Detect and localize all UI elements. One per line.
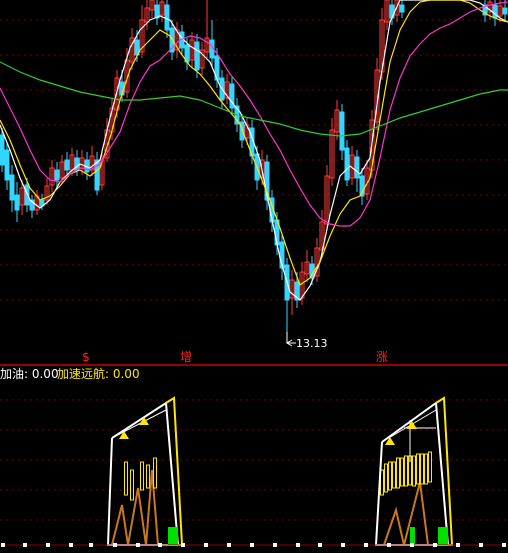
baseline-dot-21	[479, 543, 483, 547]
candle-body-68	[339, 111, 345, 151]
yellow-bar-3	[146, 464, 150, 489]
baseline-dot-11	[250, 543, 254, 547]
candle-body-11	[54, 169, 60, 181]
signal-marker-2: 涨	[376, 349, 388, 364]
baseline-dot-15	[341, 543, 345, 547]
orange-spike-1	[383, 481, 429, 546]
baseline-dot-7	[158, 543, 162, 547]
yellow-bar-16	[424, 453, 428, 485]
yellow-bar-15	[420, 453, 424, 485]
baseline-dot-12	[273, 543, 277, 547]
low-price-label: 13.13	[296, 337, 328, 350]
baseline-dot-22	[502, 543, 506, 547]
baseline-dot-20	[456, 543, 460, 547]
yellow-bar-14	[416, 453, 420, 485]
signal-triangle-1	[139, 417, 149, 425]
yellow-bar-1	[130, 469, 134, 501]
baseline-dot-1	[23, 543, 27, 547]
green-bar-0	[168, 527, 178, 545]
orange-spike-0	[111, 469, 159, 546]
baseline-dot-17	[387, 543, 391, 547]
candle-body-39	[194, 41, 200, 71]
baseline-dot-2	[46, 543, 50, 547]
indicator-legend-1: 加速远航: 0.00	[57, 366, 140, 381]
baseline-dot-16	[364, 543, 368, 547]
candle-body-80	[399, 4, 405, 13]
yellow-bar-7	[388, 461, 392, 491]
candle-body-83	[492, 4, 498, 19]
signal-marker-0: $	[82, 350, 90, 364]
baseline-dot-14	[318, 543, 322, 547]
signal-marker-1: 增	[180, 350, 192, 364]
baseline-dot-9	[204, 543, 208, 547]
baseline-dot-18	[410, 543, 414, 547]
yellow-bar-4	[153, 457, 157, 489]
ma-line-2	[0, 1, 508, 227]
baseline-dot-10	[227, 543, 231, 547]
candle-body-33	[164, 4, 170, 31]
green-bar-2	[438, 527, 448, 545]
candle-body-5	[24, 184, 30, 206]
candle-body-85	[502, 7, 508, 15]
baseline-dot-3	[69, 543, 73, 547]
candle-body-0	[0, 134, 5, 166]
chart-stage: 13.13 $ 增 涨加油: 0.00 加速远航: 0.00	[0, 0, 508, 553]
yellow-bar-11	[404, 455, 408, 487]
baseline-dot-13	[296, 543, 300, 547]
indicator-legend-0: 加油: 0.00	[0, 367, 59, 381]
baseline-dot-19	[433, 543, 437, 547]
yellow-bar-17	[428, 451, 432, 483]
baseline-dot-6	[136, 543, 140, 547]
yellow-bar-10	[400, 457, 404, 487]
candle-body-3	[14, 194, 20, 211]
candle-body-71	[354, 156, 360, 179]
candle-body-13	[64, 159, 70, 171]
yellow-bar-8	[392, 461, 396, 489]
baseline-dot-5	[113, 543, 117, 547]
yellow-bar-9	[396, 457, 400, 489]
baseline-dot-0	[1, 543, 5, 547]
signal-inner-line-0	[111, 409, 167, 439]
green-bar-1	[410, 527, 415, 545]
candle-body-1	[4, 149, 10, 181]
yellow-bar-6	[384, 463, 388, 493]
baseline-dot-4	[89, 543, 93, 547]
candle-body-2	[9, 174, 15, 201]
baseline-dot-8	[181, 543, 185, 547]
candle-body-69	[344, 147, 350, 181]
yellow-bar-2	[140, 461, 144, 491]
candle-body-78	[389, 4, 395, 19]
candles	[0, 0, 508, 332]
chart-svg: 13.13 $ 增 涨加油: 0.00加速远航: 0.00	[0, 0, 508, 547]
